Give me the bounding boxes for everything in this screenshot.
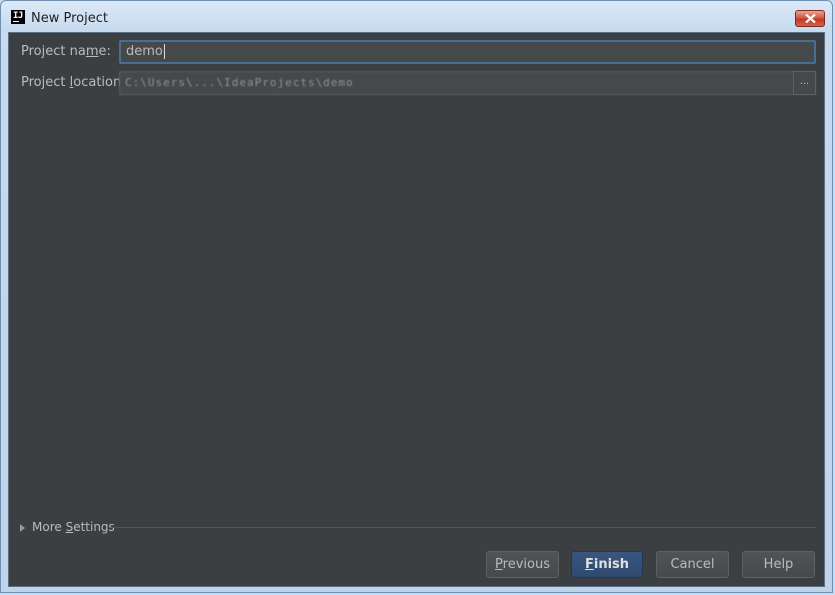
finish-button[interactable]: Finish [571, 551, 643, 578]
dialog-content: Project name: demo Project location: C:\… [8, 32, 825, 587]
browse-location-button[interactable]: ... [793, 71, 816, 95]
more-settings-divider [111, 527, 816, 528]
more-settings-label: More Settings [32, 520, 115, 534]
project-location-input[interactable]: C:\Users\...\IdeaProjects\demo [119, 71, 816, 95]
project-name-label: Project name: [21, 44, 111, 59]
cancel-button[interactable]: Cancel [656, 551, 729, 578]
expand-triangle-icon [20, 524, 25, 532]
new-project-dialog: IJ New Project Project name: demo Projec… [0, 0, 833, 593]
previous-button[interactable]: Previous [486, 551, 559, 578]
project-name-input[interactable]: demo [119, 40, 816, 64]
close-icon [805, 14, 816, 23]
title-bar[interactable]: IJ New Project [1, 1, 832, 31]
project-location-label: Project location: [21, 75, 126, 90]
text-caret [163, 44, 165, 59]
help-button[interactable]: Help [742, 551, 815, 578]
close-button[interactable] [795, 10, 825, 27]
intellij-app-icon: IJ [11, 10, 25, 24]
window-title: New Project [31, 11, 108, 26]
